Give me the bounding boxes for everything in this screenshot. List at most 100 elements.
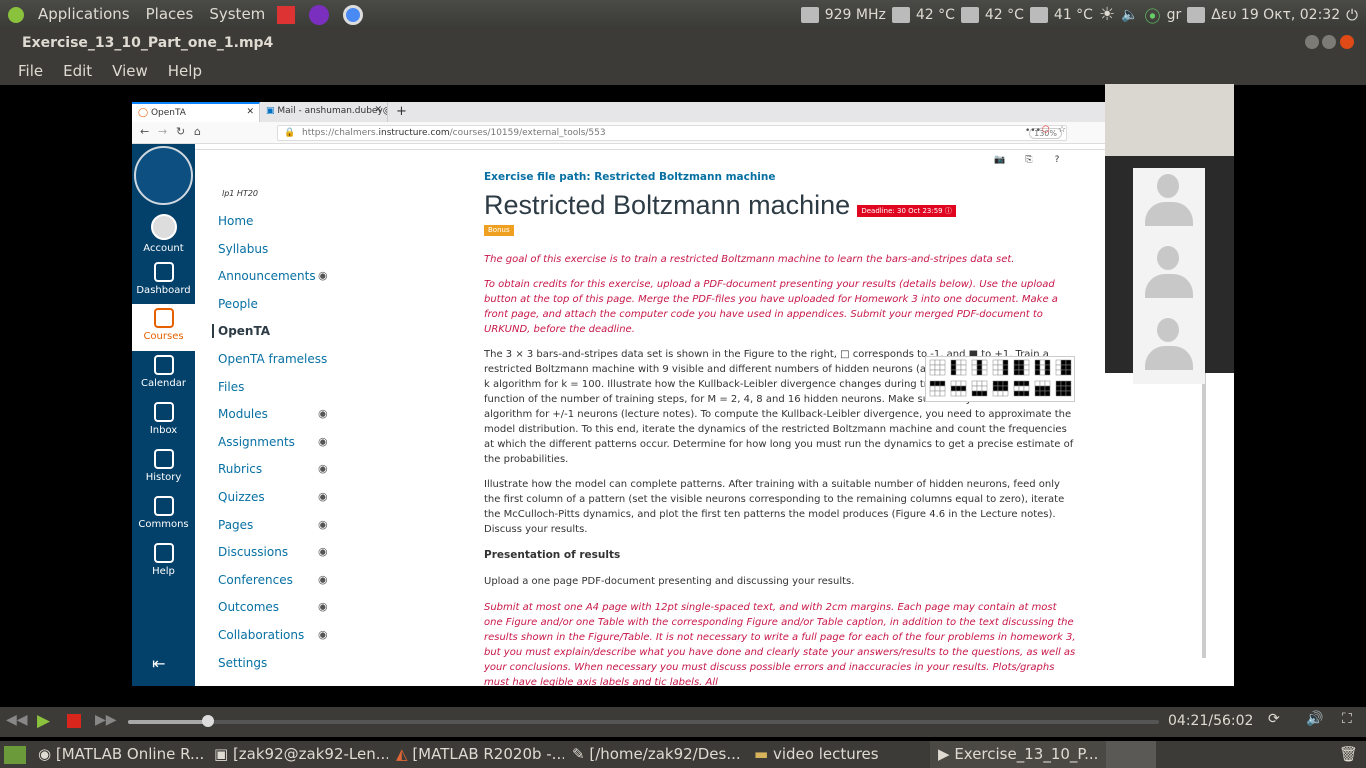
- course-nav-label: Discussions: [218, 545, 289, 560]
- task-matlab-online[interactable]: ◉ [MATLAB Online R...: [30, 741, 206, 768]
- stop-icon[interactable]: [67, 714, 81, 728]
- more-icon[interactable]: •••: [1025, 126, 1041, 136]
- system-menu[interactable]: System: [201, 0, 273, 29]
- bonus-badge: Bonus: [484, 225, 514, 236]
- places-menu[interactable]: Places: [138, 0, 202, 29]
- course-nav-discussions[interactable]: Discussions ◉: [218, 545, 348, 559]
- global-nav-commons[interactable]: Commons: [132, 492, 195, 539]
- bottom-taskbar: ◉ [MATLAB Online R... ▣ [zak92@zak92-Len…: [0, 741, 1366, 768]
- collapse-nav-icon[interactable]: ⇤: [152, 654, 165, 673]
- course-nav-label: Conferences: [218, 572, 293, 587]
- global-nav-history[interactable]: History: [132, 445, 195, 492]
- menu-file[interactable]: File: [8, 62, 53, 80]
- dashboard-icon: [153, 262, 174, 282]
- keyboard-layout[interactable]: gr: [1167, 7, 1182, 23]
- global-nav-account[interactable]: Account: [132, 210, 195, 257]
- course-nav-outcomes[interactable]: Outcomes ◉: [218, 600, 348, 614]
- pdf-icon[interactable]: ⎘: [1021, 152, 1037, 168]
- trash-icon[interactable]: 🗑: [1339, 745, 1358, 763]
- global-nav-help[interactable]: Help: [132, 539, 195, 586]
- close-tab-icon[interactable]: ✕: [246, 107, 254, 117]
- participant-avatar: [1133, 168, 1205, 240]
- rewind-icon[interactable]: ◀◀: [6, 712, 28, 728]
- repeat-icon[interactable]: ⟳: [1268, 711, 1280, 727]
- play-icon[interactable]: ▶: [37, 711, 50, 731]
- close-icon[interactable]: [1340, 35, 1354, 49]
- playback-time: 04:21/56:02: [1168, 713, 1254, 729]
- brightness-icon[interactable]: ☀: [1099, 4, 1115, 25]
- network-icon[interactable]: ⦿: [1145, 3, 1161, 27]
- task-file-manager[interactable]: ▬ video lectures: [746, 741, 930, 768]
- camera-icon[interactable]: 📷: [992, 152, 1008, 168]
- exercise-file-path[interactable]: Exercise file path: Restricted Boltzmann…: [484, 170, 1078, 185]
- university-logo[interactable]: [134, 146, 193, 205]
- menu-help[interactable]: Help: [158, 62, 212, 80]
- participant-avatar: [1133, 240, 1205, 312]
- launcher-chrome-icon[interactable]: [343, 4, 364, 25]
- course-nav-pages[interactable]: Pages ◉: [218, 518, 348, 532]
- course-nav-modules[interactable]: Modules ◉: [218, 407, 348, 421]
- applications-menu[interactable]: Applications: [30, 0, 138, 29]
- course-nav-conferences[interactable]: Conferences ◉: [218, 573, 348, 587]
- course-nav-label: Assignments: [218, 434, 295, 449]
- global-nav-courses[interactable]: Courses: [132, 304, 195, 351]
- minimize-icon[interactable]: [1305, 35, 1319, 49]
- course-nav-files[interactable]: Files: [218, 380, 348, 394]
- course-nav-home[interactable]: Home: [218, 214, 348, 228]
- global-nav-calendar[interactable]: Calendar: [132, 351, 195, 398]
- extra-window-icon[interactable]: [1106, 741, 1156, 768]
- pocket-icon[interactable]: ⬡: [1042, 125, 1050, 135]
- menu-view[interactable]: View: [102, 62, 158, 80]
- global-nav-dashboard[interactable]: Dashboard: [132, 258, 195, 305]
- matlab-icon: ◭: [396, 745, 413, 763]
- course-nav-syllabus[interactable]: Syllabus: [218, 242, 348, 256]
- address-bar[interactable]: 🔒 https://chalmers.instructure.com/cours…: [277, 125, 1067, 141]
- help-icon: [153, 543, 174, 563]
- launcher-flag-icon[interactable]: [277, 5, 296, 24]
- fast-forward-icon[interactable]: ▶▶: [95, 712, 117, 728]
- forward-icon[interactable]: →: [158, 125, 167, 138]
- tab-opentа[interactable]: ◯ OpenTA ✕: [132, 102, 260, 122]
- volume-icon[interactable]: 🔈: [1121, 7, 1138, 23]
- launcher-podcast-icon[interactable]: [309, 4, 330, 25]
- maximize-icon[interactable]: [1322, 35, 1336, 49]
- task-editor[interactable]: ✎ [/home/zak92/Des...: [564, 741, 746, 768]
- hidden-eye-icon: ◉: [318, 269, 328, 283]
- reload-icon[interactable]: ↻: [176, 125, 185, 138]
- page-title: Restricted Boltzmann machine: [484, 190, 851, 220]
- new-tab-button[interactable]: +: [388, 102, 415, 122]
- bookmark-icon[interactable]: ☆: [1058, 125, 1066, 135]
- course-nav-openta-frameless[interactable]: OpenTA frameless: [218, 352, 348, 366]
- display-icon[interactable]: [1187, 6, 1206, 23]
- ubuntu-logo-icon[interactable]: [8, 6, 24, 23]
- course-nav-openta[interactable]: OpenTA: [212, 324, 342, 339]
- breadcrumb-bar: [195, 144, 1234, 150]
- show-desktop-icon[interactable]: [4, 745, 26, 764]
- course-nav-settings[interactable]: Settings: [218, 656, 348, 670]
- course-nav-assignments[interactable]: Assignments ◉: [218, 435, 348, 449]
- back-icon[interactable]: ←: [140, 125, 149, 138]
- help-icon[interactable]: ?: [1049, 152, 1065, 168]
- power-icon[interactable]: ⏻: [1346, 6, 1358, 24]
- help-circle-icon[interactable]: ⓘ: [945, 207, 952, 215]
- task-matlab[interactable]: ◭ [MATLAB R2020b -...: [388, 741, 564, 768]
- global-navigation: Account Dashboard Courses Calendar Inbox Hist…: [132, 144, 195, 686]
- task-terminal[interactable]: ▣ [zak92@zak92-Len...: [206, 741, 388, 768]
- global-nav-inbox[interactable]: Inbox: [132, 398, 195, 445]
- seek-handle[interactable]: [202, 715, 214, 727]
- course-nav-people[interactable]: People: [218, 297, 348, 311]
- close-tab-icon[interactable]: ✕: [374, 105, 382, 115]
- clock[interactable]: Δευ 19 Οκτ, 02:32: [1211, 7, 1340, 23]
- home-icon[interactable]: ⌂: [194, 125, 201, 138]
- course-nav-collaborations[interactable]: Collaborations ◉: [218, 628, 348, 642]
- course-nav-rubrics[interactable]: Rubrics ◉: [218, 462, 348, 476]
- seek-bar[interactable]: [128, 715, 1159, 727]
- task-video-player[interactable]: ▶ Exercise_13_10_P...: [930, 741, 1106, 768]
- volume-icon[interactable]: 🔊: [1306, 711, 1323, 727]
- inbox-icon: [153, 402, 174, 422]
- course-nav-announcements[interactable]: Announcements ◉: [218, 269, 348, 283]
- tab-mail[interactable]: ▣ Mail - anshuman.dubey@ ✕: [260, 102, 388, 122]
- menu-edit[interactable]: Edit: [53, 62, 102, 80]
- course-nav-quizzes[interactable]: Quizzes ◉: [218, 490, 348, 504]
- fullscreen-icon[interactable]: ⛶: [1342, 711, 1352, 727]
